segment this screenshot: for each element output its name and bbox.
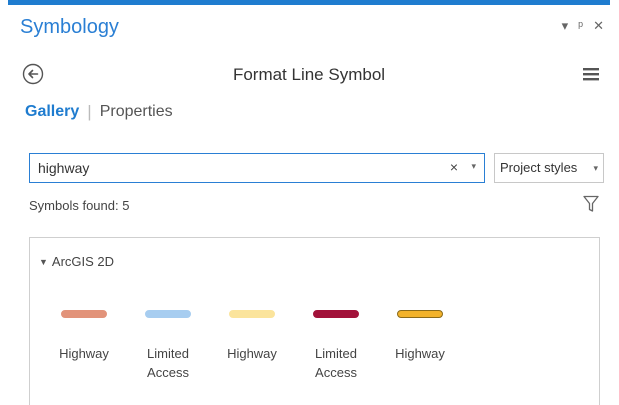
symbol-label: Highway bbox=[227, 346, 277, 361]
line-symbol-swatch bbox=[397, 310, 443, 318]
hamburger-menu-icon[interactable] bbox=[582, 66, 600, 82]
tab-properties[interactable]: Properties bbox=[100, 103, 173, 121]
line-symbol-swatch bbox=[313, 310, 359, 318]
pane-title: Symbology bbox=[20, 16, 119, 38]
filter-funnel-icon[interactable] bbox=[583, 195, 599, 213]
pane-options-icon[interactable]: ▾ bbox=[562, 18, 569, 34]
clear-search-icon[interactable]: × bbox=[450, 159, 458, 175]
line-symbol-swatch bbox=[229, 310, 275, 318]
symbol-item[interactable]: Highway bbox=[380, 310, 460, 363]
close-icon[interactable]: ✕ bbox=[593, 18, 604, 34]
symbol-gallery: ▼ ArcGIS 2D Highway Limited Access Highw… bbox=[29, 237, 600, 405]
chevron-down-icon: ▾ bbox=[593, 163, 598, 173]
styles-dropdown-value: Project styles bbox=[500, 160, 578, 175]
line-symbol-swatch bbox=[61, 310, 107, 318]
page-title: Format Line Symbol bbox=[232, 65, 386, 84]
styles-dropdown[interactable]: Project styles ▾ bbox=[494, 153, 604, 183]
pane-titlebar: Symbology ▾ ᵖ ✕ bbox=[8, 10, 610, 44]
symbol-item[interactable]: Limited Access bbox=[128, 310, 208, 382]
search-history-dropdown-icon[interactable]: ▾ bbox=[471, 161, 476, 172]
symbol-label: Highway bbox=[395, 346, 445, 361]
chevron-down-icon: ▼ bbox=[39, 256, 48, 267]
symbols-found-count: Symbols found: 5 bbox=[29, 198, 130, 213]
group-header-arcgis-2d[interactable]: ▼ ArcGIS 2D bbox=[39, 254, 114, 269]
symbol-label: Highway bbox=[59, 346, 109, 361]
symbol-label: Limited Access bbox=[315, 346, 357, 380]
symbol-item[interactable]: Limited Access bbox=[296, 310, 376, 382]
tab-divider: | bbox=[87, 102, 92, 121]
pin-icon[interactable]: ᵖ bbox=[578, 18, 583, 34]
header-row: Format Line Symbol bbox=[8, 60, 610, 92]
search-box: × ▾ bbox=[29, 153, 485, 183]
search-input[interactable] bbox=[38, 158, 418, 178]
line-symbol-swatch bbox=[145, 310, 191, 318]
symbology-pane: Symbology ▾ ᵖ ✕ Format Line Symbol Galle… bbox=[8, 0, 610, 405]
group-label: ArcGIS 2D bbox=[51, 254, 115, 269]
symbol-item[interactable]: Highway bbox=[212, 310, 292, 363]
symbol-item[interactable]: Highway bbox=[44, 310, 124, 363]
tab-gallery[interactable]: Gallery bbox=[25, 103, 79, 121]
symbol-label: Limited Access bbox=[147, 346, 189, 380]
window-controls: ▾ ᵖ ✕ bbox=[562, 18, 604, 34]
tab-strip: Gallery | Properties bbox=[25, 102, 173, 122]
